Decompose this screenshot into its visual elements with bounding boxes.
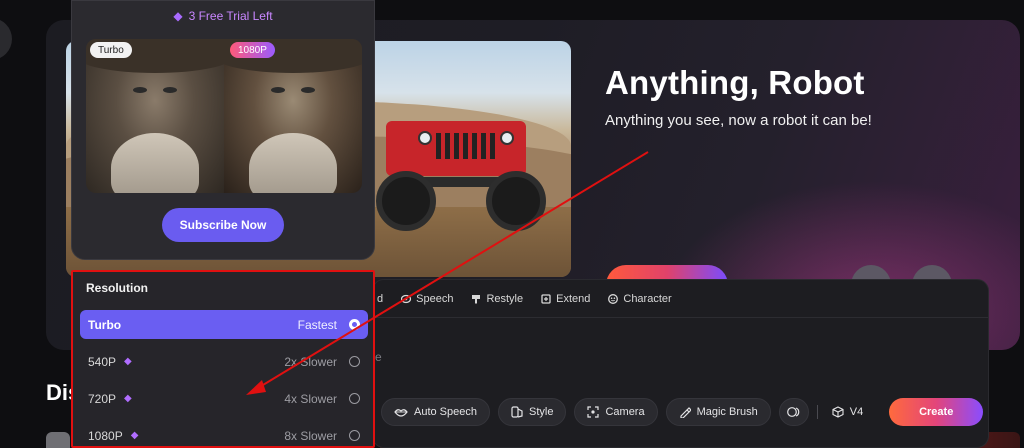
annotation-arrow — [246, 151, 649, 395]
app-page: Anything, Robot Anything you see, now a … — [0, 0, 1024, 448]
